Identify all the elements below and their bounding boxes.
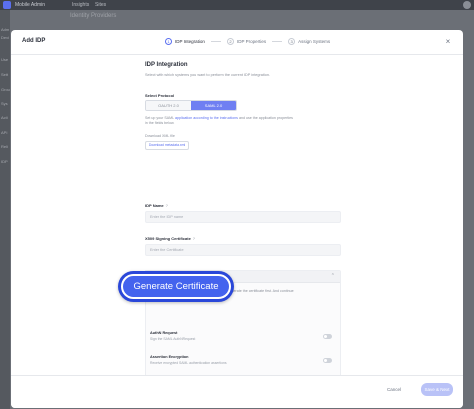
save-next-button[interactable]: Save & Next: [421, 383, 453, 396]
step-label: IDP Integration: [175, 39, 205, 44]
question-icon[interactable]: ?: [193, 236, 195, 241]
app-name: Mobile Admin: [15, 2, 46, 8]
cert-label-text: X509 Signing Certificate: [145, 236, 191, 241]
sidebar-item[interactable]: IDP: [1, 159, 8, 164]
chevron-up-icon[interactable]: ⌃: [331, 273, 335, 279]
protocol-toggle: OAUTH 2.0 SAML 2.0: [145, 100, 237, 111]
step-label: Assign Systems: [298, 39, 331, 44]
modal-header: Add IDP 1 IDP Integration 2 IDP Properti…: [11, 30, 463, 55]
idp-name-input[interactable]: Enter the IDP name: [145, 211, 341, 223]
question-icon[interactable]: ?: [166, 203, 168, 208]
setup-prefix: Set up your SAML: [145, 116, 175, 120]
step-number: 1: [165, 38, 172, 45]
assertion-encryption-subtitle: Receive encrypted SAML authentication as…: [150, 361, 227, 365]
assertion-encryption-title: Assertion Encryption: [150, 355, 189, 359]
download-metadata-button[interactable]: Download metadata.xml: [145, 141, 189, 150]
stepper: 1 IDP Integration 2 IDP Properties 3 Ass…: [165, 38, 330, 45]
sidebar-item[interactable]: Acti: [1, 115, 8, 120]
generate-certificate-button[interactable]: Generate Certificate: [121, 274, 231, 299]
step-divider: [210, 41, 221, 42]
nav-insights[interactable]: Insights: [72, 2, 89, 8]
setup-instructions: Set up your SAML application according t…: [145, 116, 295, 126]
modal-footer: Cancel Save & Next: [11, 375, 463, 408]
sidebar-item[interactable]: Sys: [1, 101, 8, 106]
app-logo: [3, 1, 11, 9]
sidebar-item[interactable]: Devi: [1, 35, 9, 40]
user-avatar[interactable]: [463, 1, 471, 9]
protocol-option-oauth[interactable]: OAUTH 2.0: [146, 101, 191, 110]
section-description: Select with which systems you want to pe…: [145, 73, 271, 77]
certificate-input[interactable]: Enter the Certificate: [145, 244, 341, 256]
authn-request-subtitle: Sign the SAML AuthNRequest: [150, 337, 196, 341]
assertion-encryption-toggle[interactable]: [323, 358, 332, 363]
protocol-label: Select Protocol: [145, 93, 175, 98]
cert-label: X509 Signing Certificate?: [145, 236, 195, 241]
top-bar: Mobile Admin Insights Sites: [0, 0, 474, 10]
cancel-button[interactable]: Cancel: [387, 387, 401, 392]
add-idp-modal: Add IDP 1 IDP Integration 2 IDP Properti…: [11, 30, 463, 408]
modal-title: Add IDP: [22, 38, 46, 44]
authn-request-toggle[interactable]: [323, 334, 332, 339]
sidebar-item[interactable]: API: [1, 130, 7, 135]
idp-name-label-text: IDP Name: [145, 203, 164, 208]
step-label: IDP Properties: [236, 39, 267, 44]
sidebar-item[interactable]: Use: [1, 57, 8, 62]
setup-link[interactable]: application according to the instruction…: [175, 116, 238, 120]
download-label: Download XML file: [145, 134, 175, 138]
step-divider: [272, 41, 283, 42]
sidebar: Adm Devi Use Sett Grou Sys Acti API Reli…: [0, 10, 10, 409]
section-title: IDP Integration: [145, 62, 188, 68]
step-idp-integration[interactable]: 1 IDP Integration: [165, 38, 205, 45]
protocol-option-saml[interactable]: SAML 2.0: [191, 101, 236, 110]
step-idp-properties[interactable]: 2 IDP Properties: [226, 38, 267, 45]
nav-sites[interactable]: Sites: [95, 2, 106, 8]
sidebar-item[interactable]: Adm: [1, 27, 9, 32]
close-icon[interactable]: ×: [443, 37, 453, 47]
background-page-title: Identity Providers: [70, 13, 117, 19]
step-assign-systems[interactable]: 3 Assign Systems: [288, 38, 330, 45]
idp-name-label: IDP Name?: [145, 203, 168, 208]
generate-certificate-highlight: Generate Certificate: [118, 271, 234, 302]
step-number: 2: [226, 38, 234, 45]
sidebar-item[interactable]: Grou: [1, 87, 10, 92]
sidebar-item[interactable]: Reli: [1, 144, 8, 149]
sidebar-item[interactable]: Sett: [1, 72, 8, 77]
authn-request-title: AuthN Request: [150, 331, 178, 335]
step-number: 3: [288, 38, 296, 45]
